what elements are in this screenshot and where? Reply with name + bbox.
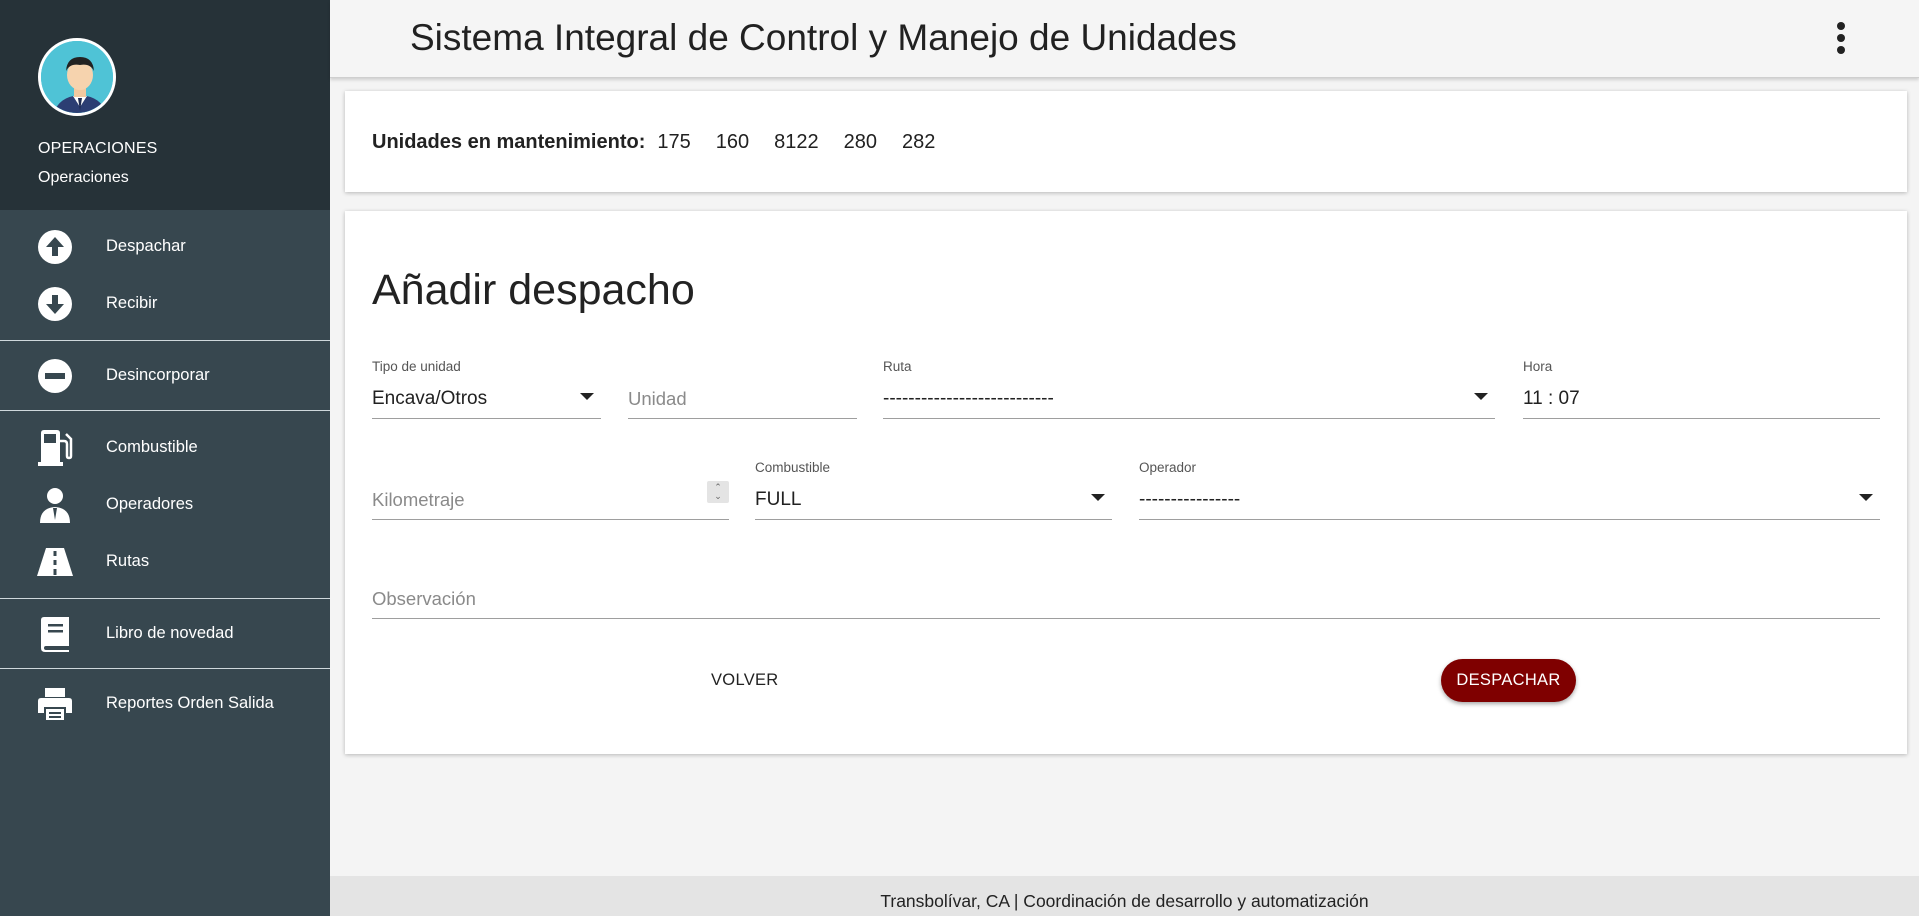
maintenance-unit: 282 xyxy=(902,131,936,153)
road-icon xyxy=(36,543,74,581)
field-label: Combustible xyxy=(755,460,831,475)
field-label: Tipo de unidad xyxy=(372,359,461,374)
user-name: OPERACIONES xyxy=(38,140,158,157)
sidebar-item-label: Despachar xyxy=(106,237,186,255)
sidebar-item-label: Reportes Orden Salida xyxy=(106,694,274,712)
nav-group-dispatch: Despachar Recibir xyxy=(0,210,330,341)
maintenance-unit: 160 xyxy=(715,131,750,153)
sidebar-item-libro-novedad[interactable]: Libro de novedad xyxy=(0,605,330,662)
dropdown-caret-icon xyxy=(1859,494,1873,501)
maintenance-card: Unidades en mantenimiento: 175 160 8122 … xyxy=(345,91,1907,192)
sidebar-item-desincorporar[interactable]: Desincorporar xyxy=(0,347,330,404)
dropdown-caret-icon xyxy=(1474,393,1488,400)
nav-group-novedad: Libro de novedad xyxy=(0,599,330,669)
sidebar-item-label: Desincorporar xyxy=(106,366,210,384)
sidebar-item-recibir[interactable]: Recibir xyxy=(0,275,330,332)
maintenance-label: Unidades en mantenimiento: xyxy=(372,131,646,153)
nav-group-reportes: Reportes Orden Salida xyxy=(0,669,330,738)
arrow-up-circle-icon xyxy=(36,228,74,266)
nav-group-desincorporar: Desincorporar xyxy=(0,341,330,411)
sidebar: OPERACIONES Operaciones Despachar Recibi… xyxy=(0,0,330,916)
field-value: ---------------- xyxy=(1139,489,1241,510)
nav-group-resources: Combustible Operadores Rutas xyxy=(0,411,330,599)
field-label: Ruta xyxy=(883,359,912,374)
sidebar-item-label: Combustible xyxy=(106,438,198,456)
page-title: Sistema Integral de Control y Manejo de … xyxy=(410,17,1237,58)
field-value: --------------------------- xyxy=(883,388,1054,409)
observacion-input[interactable]: Observación xyxy=(372,561,1880,619)
field-value: 11 : 07 xyxy=(1523,388,1580,409)
sidebar-item-operadores[interactable]: Operadores xyxy=(0,476,330,533)
dispatch-form-card: Añadir despacho Tipo de unidad Encava/Ot… xyxy=(345,211,1907,754)
avatar xyxy=(38,38,116,116)
dropdown-caret-icon xyxy=(1091,494,1105,501)
field-value: FULL xyxy=(755,489,802,510)
footer: Transbolívar, CA | Coordinación de desar… xyxy=(330,876,1919,916)
sidebar-item-rutas[interactable]: Rutas xyxy=(0,533,330,590)
volver-button[interactable]: VOLVER xyxy=(711,671,779,690)
sidebar-item-combustible[interactable]: Combustible xyxy=(0,419,330,476)
field-label: Hora xyxy=(1523,359,1553,374)
maintenance-unit: 280 xyxy=(843,131,877,153)
sidebar-item-label: Operadores xyxy=(106,495,194,513)
kilometraje-input[interactable]: Kilometraje ⌃ ⌄ xyxy=(372,460,729,520)
field-placeholder: Observación xyxy=(372,588,476,609)
field-placeholder: Unidad xyxy=(628,388,687,409)
user-role: Operaciones xyxy=(38,169,129,186)
sidebar-item-despachar[interactable]: Despachar xyxy=(0,218,330,275)
field-label: Operador xyxy=(1139,460,1197,475)
ruta-select[interactable]: Ruta --------------------------- xyxy=(883,359,1495,419)
operador-select[interactable]: Operador ---------------- xyxy=(1139,460,1880,520)
top-bar: Sistema Integral de Control y Manejo de … xyxy=(330,0,1919,78)
printer-icon xyxy=(36,685,74,723)
field-placeholder: Kilometraje xyxy=(372,489,465,510)
hora-input[interactable]: Hora 11 : 07 xyxy=(1523,359,1880,419)
unidad-input[interactable]: Unidad xyxy=(628,359,857,419)
book-icon xyxy=(36,615,74,653)
user-panel: OPERACIONES Operaciones xyxy=(0,0,330,210)
person-tie-icon xyxy=(36,486,74,524)
maintenance-unit: 8122 xyxy=(774,131,819,153)
sidebar-item-label: Recibir xyxy=(106,294,158,312)
arrow-down-circle-icon xyxy=(36,285,74,323)
gas-station-icon xyxy=(36,429,74,467)
more-vert-icon[interactable] xyxy=(1835,22,1847,54)
form-title: Añadir despacho xyxy=(372,266,695,314)
despachar-button[interactable]: DESPACHAR xyxy=(1441,659,1576,702)
maintenance-unit: 175 xyxy=(657,131,691,153)
minus-circle-icon xyxy=(36,357,74,395)
field-value: Encava/Otros xyxy=(372,388,488,409)
sidebar-item-label: Rutas xyxy=(106,552,150,570)
dropdown-caret-icon xyxy=(580,393,594,400)
number-stepper-icon[interactable]: ⌃ ⌄ xyxy=(707,481,729,503)
combustible-select[interactable]: Combustible FULL xyxy=(755,460,1112,520)
tipo-unidad-select[interactable]: Tipo de unidad Encava/Otros xyxy=(372,359,601,419)
sidebar-item-reportes[interactable]: Reportes Orden Salida xyxy=(0,675,330,732)
sidebar-item-label: Libro de novedad xyxy=(106,624,234,642)
maintenance-units: 175 160 8122 280 282 xyxy=(657,131,960,154)
maintenance-line: Unidades en mantenimiento: 175 160 8122 … xyxy=(372,131,960,154)
